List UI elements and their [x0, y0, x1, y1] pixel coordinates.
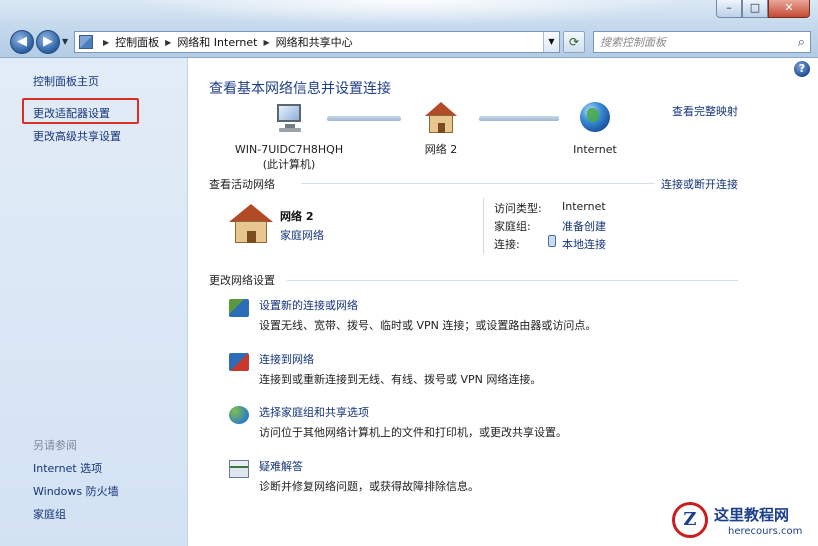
watermark-text: 这里教程网: [714, 506, 790, 524]
map-node-computer[interactable]: WIN-7UIDC7H8HQH (此计算机): [219, 102, 359, 172]
vertical-divider: [483, 198, 484, 254]
page-title: 查看基本网络信息并设置连接: [209, 81, 391, 97]
map-connector-line: [479, 116, 559, 121]
homegroup-ready-link[interactable]: 准备创建: [562, 218, 606, 234]
breadcrumb-network-internet[interactable]: 网络和 Internet: [177, 34, 257, 50]
change-advanced-sharing-link[interactable]: 更改高级共享设置: [33, 128, 121, 144]
breadcrumb-network-sharing-center[interactable]: 网络和共享中心: [276, 34, 353, 50]
back-button[interactable]: ◀: [10, 30, 34, 54]
chevron-right-icon[interactable]: ▶: [264, 38, 270, 47]
watermark-logo-icon: [672, 502, 708, 538]
new-connection-icon: [229, 299, 249, 317]
map-node-network[interactable]: 网络 2: [411, 102, 471, 157]
minimize-button[interactable]: –: [716, 0, 742, 18]
control-panel-icon: [79, 35, 93, 49]
house-icon: [423, 102, 459, 134]
computer-icon: [271, 102, 307, 134]
change-settings-header: 更改网络设置: [209, 274, 275, 287]
window-controls: – □ ✕: [716, 0, 810, 18]
task-description: 诊断并修复网络问题，或获得故障排除信息。: [259, 480, 479, 493]
window-chrome: – □ ✕ ◀ ▶ ▼ ▶ 控制面板 ▶ 网络和 Internet ▶ 网络和共…: [0, 0, 818, 58]
globe-icon: [577, 102, 613, 134]
network-type-link[interactable]: 家庭网络: [280, 227, 324, 243]
computer-name: WIN-7UIDC7H8HQH: [234, 143, 344, 156]
homegroup-sharing-link[interactable]: 选择家庭组和共享选项: [259, 404, 369, 420]
chevron-right-icon[interactable]: ▶: [103, 38, 109, 47]
homegroup-label: 家庭组:: [494, 220, 531, 233]
map-node-internet[interactable]: Internet: [563, 102, 627, 157]
control-panel-home-link[interactable]: 控制面板主页: [33, 73, 99, 89]
homegroup-icon: [229, 406, 249, 424]
internet-label: Internet: [573, 143, 617, 156]
task-description: 访问位于其他网络计算机上的文件和打印机，或更改共享设置。: [259, 426, 567, 439]
help-icon[interactable]: ?: [794, 61, 810, 77]
left-navigation-pane: 控制面板主页 更改适配器设置 更改高级共享设置 另请参阅 Internet 选项…: [0, 58, 188, 546]
search-input[interactable]: 搜索控制面板 ⌕: [593, 31, 811, 53]
section-divider: [301, 183, 655, 184]
watermark-url: herecours.com: [728, 526, 803, 537]
watermark: 这里教程网 herecours.com: [660, 498, 818, 546]
titlebar-decoration: [130, 0, 690, 26]
house-icon[interactable]: [229, 204, 273, 244]
address-dropdown-icon[interactable]: ▼: [543, 32, 559, 52]
recent-pages-dropdown-icon[interactable]: ▼: [62, 37, 68, 46]
refresh-button[interactable]: ⟳: [563, 31, 585, 53]
troubleshoot-icon: [229, 460, 249, 478]
forward-button[interactable]: ▶: [36, 30, 60, 54]
chevron-right-icon[interactable]: ▶: [165, 38, 171, 47]
change-adapter-settings-link[interactable]: 更改适配器设置: [33, 105, 110, 121]
network-adapter-icon: [548, 235, 556, 247]
computer-sublabel: (此计算机): [262, 158, 316, 171]
main-content: ? 查看基本网络信息并设置连接 查看完整映射 WIN-7UIDC7H8HQH (…: [189, 58, 818, 546]
search-placeholder: 搜索控制面板: [600, 36, 666, 49]
task-description: 设置无线、宽带、拨号、临时或 VPN 连接；或设置路由器或访问点。: [259, 319, 597, 332]
network-label: 网络 2: [424, 143, 458, 156]
connection-label: 连接:: [494, 238, 520, 251]
address-bar[interactable]: ▶ 控制面板 ▶ 网络和 Internet ▶ 网络和共享中心 ▼: [74, 31, 560, 53]
maximize-button[interactable]: □: [742, 0, 768, 18]
local-connection-link[interactable]: 本地连接: [562, 236, 606, 252]
active-network-name: 网络 2: [280, 210, 314, 223]
internet-options-link[interactable]: Internet 选项: [33, 460, 102, 476]
view-full-map-link[interactable]: 查看完整映射: [672, 103, 738, 119]
access-type-value: Internet: [562, 200, 606, 213]
troubleshoot-link[interactable]: 疑难解答: [259, 458, 303, 474]
task-description: 连接到或重新连接到无线、有线、拨号或 VPN 网络连接。: [259, 373, 542, 386]
windows-firewall-link[interactable]: Windows 防火墙: [33, 483, 119, 499]
breadcrumb-control-panel[interactable]: 控制面板: [115, 34, 159, 50]
section-divider: [287, 280, 738, 281]
setup-connection-link[interactable]: 设置新的连接或网络: [259, 297, 358, 313]
connect-to-network-link[interactable]: 连接到网络: [259, 351, 314, 367]
connect-network-icon: [229, 353, 249, 371]
homegroup-link[interactable]: 家庭组: [33, 506, 66, 522]
access-type-label: 访问类型:: [494, 202, 542, 215]
active-networks-header: 查看活动网络: [209, 178, 275, 191]
see-also-header: 另请参阅: [33, 439, 77, 452]
search-icon[interactable]: ⌕: [798, 35, 805, 50]
close-button[interactable]: ✕: [768, 0, 810, 18]
connect-disconnect-link[interactable]: 连接或断开连接: [661, 176, 738, 192]
